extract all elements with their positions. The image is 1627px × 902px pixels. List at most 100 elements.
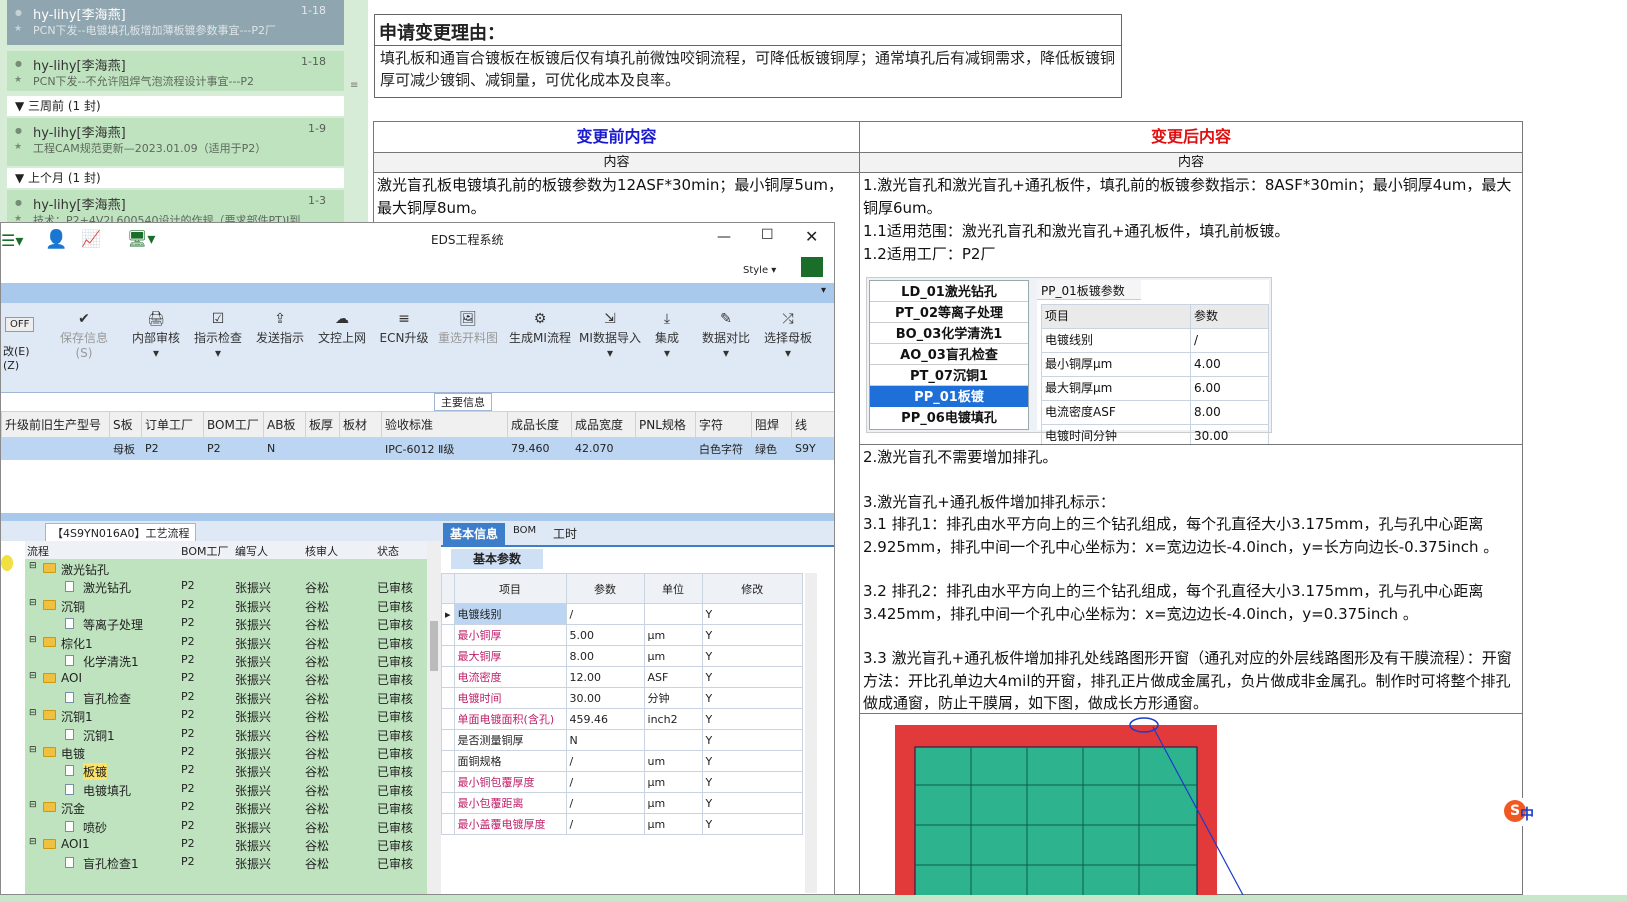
check-instruction-button[interactable]: ☑ 指示检查 ▾	[187, 311, 249, 360]
minimize-button[interactable]: —	[717, 229, 731, 245]
mail-subject: PCN下发--不允许阻焊气泡流程设计事宜---P2	[33, 75, 255, 88]
upload-button[interactable]: ☁ 文控上网	[311, 311, 373, 346]
folder-icon	[43, 599, 56, 610]
flow-row[interactable]: ⊟ 沉铜 P2 张振兴 谷松 已审核	[25, 596, 427, 615]
param-row[interactable]: ▸ 电镀线别 / Y	[441, 603, 804, 625]
table-row[interactable]: 母板 P2 P2 N IPC-6012 Ⅱ级 79.460 42.070 白色字符 绿色 S9Y	[1, 437, 834, 460]
embedded-step-list: LD_01激光钻孔 PT_02等离子处理 BO_03化学清洗1 AO_03盲孔检…	[869, 280, 1029, 430]
chart-icon[interactable]: 📈	[81, 229, 101, 248]
after-content-image	[859, 713, 1523, 900]
flow-row[interactable]: ⊟ 沉金 P2 张振兴 谷松 已审核	[25, 798, 427, 817]
flow-row[interactable]: 板镀 P2 张振兴 谷松 已审核	[25, 761, 427, 781]
after-line: 1.激光盲孔和激光盲孔+通孔板件，填孔前的板镀参数指示：8ASF*30min；最…	[863, 176, 1512, 217]
mail-item[interactable]: ● ★ hy-lihy[李海燕] 1-18 PCN下发--不允许阻焊气泡流程设计…	[7, 51, 344, 91]
save-info-button[interactable]: ✔ 保存信息(S)	[53, 311, 115, 360]
flow-row[interactable]: 喷砂 P2 张振兴 谷松 已审核	[25, 817, 427, 836]
eds-window: ☰▾ 👤 📈 🖥▾ EDS工程系统 — ☐ ✕ Style ▾ ▾ OFF 改(…	[0, 222, 835, 895]
param-row[interactable]: 是否测量铜厚 N Y	[441, 729, 804, 751]
flow-row[interactable]: 等离子处理 P2 张振兴 谷松 已审核	[25, 614, 427, 633]
mail-group-header[interactable]: ▼ 三周前 (1 封)	[7, 96, 344, 116]
folder-icon	[43, 563, 56, 573]
flow-row[interactable]: 盲孔检查1 P2 张振兴 谷松 已审核	[25, 853, 427, 872]
panel-drawing	[895, 717, 1244, 900]
flow-row[interactable]: ⊟ 激光钻孔	[25, 559, 427, 578]
flow-row[interactable]: 化学清洗1 P2 张振兴 谷松 已审核	[25, 651, 427, 670]
flow-row[interactable]: 激光钻孔 P2 张振兴 谷松 已审核	[25, 577, 427, 596]
reselect-layout-button[interactable]: 🖼 重选开料图	[435, 311, 501, 346]
tab-hours[interactable]: 工时	[553, 525, 577, 542]
send-instruction-button[interactable]: ⇪ 发送指示	[249, 311, 311, 346]
star-icon[interactable]: ★	[14, 24, 22, 34]
style-bar: Style ▾	[1, 257, 834, 283]
ribbon-collapse-icon[interactable]: ▾	[821, 285, 826, 296]
param-row[interactable]: 最大铜厚 8.00 μm Y	[441, 645, 804, 667]
unread-dot-icon: ●	[15, 59, 22, 68]
ecn-upgrade-button[interactable]: ≡ ECN升级	[373, 311, 435, 346]
style-dropdown[interactable]: Style ▾	[743, 265, 776, 276]
mail-date: 1-18	[301, 55, 326, 68]
after-header: 变更后内容	[859, 121, 1523, 153]
star-icon[interactable]: ★	[14, 75, 22, 85]
mail-subject: 工程CAM规范更新—2023.01.09（适用于P2）	[33, 142, 267, 155]
before-header: 变更前内容	[373, 121, 860, 153]
embedded-screenshot: LD_01激光钻孔 PT_02等离子处理 BO_03化学清洗1 AO_03盲孔检…	[866, 277, 1272, 449]
maximize-button[interactable]: ☐	[761, 227, 774, 243]
flow-title: 【4S9YN016A0】工艺流程	[45, 523, 197, 543]
tab-bom[interactable]: BOM	[513, 525, 536, 536]
main-info-table: 升级前旧生产型号 S板 订单工厂 BOM工厂 AB板 板厚 板材 验收标准 成品长度 成品宽度 PN…	[1, 411, 834, 460]
scrollbar-grip[interactable]: ≡	[350, 80, 358, 100]
mi-import-button[interactable]: ⇲ MI数据导入 ▾	[577, 311, 643, 360]
mail-item[interactable]: ● ★ hy-lihy[李海燕] 1-9 工程CAM规范更新—2023.01.0…	[7, 118, 344, 166]
mail-group-header[interactable]: ▼ 上个月 (1 封)	[7, 168, 344, 188]
flow-row[interactable]: 电镀填孔 P2 张振兴 谷松 已审核	[25, 780, 427, 799]
select-motherboard-button[interactable]: ⤮ 选择母板 ▾	[757, 311, 819, 360]
param-row[interactable]: 最小盖覆电镀厚度 / μm Y	[441, 813, 804, 835]
left-label: (Z)	[3, 359, 20, 372]
reason-title: 申请变更理由：	[379, 23, 505, 44]
param-row[interactable]: 单面电镀面积(含孔) 459.46 inch2 Y	[441, 708, 804, 730]
folder-icon	[43, 802, 56, 813]
mail-date: 1-18	[301, 4, 326, 17]
internal-review-button[interactable]: 🖨 内部审核 ▾	[125, 311, 187, 360]
flow-row[interactable]: ⊟ 棕化1 P2 张振兴 谷松 已审核	[25, 633, 427, 652]
star-icon[interactable]: ★	[14, 142, 22, 152]
param-row[interactable]: 最小铜厚 5.00 μm Y	[441, 624, 804, 646]
file-icon	[65, 655, 74, 666]
generate-mi-button[interactable]: ⚙ 生成MI流程	[507, 311, 573, 346]
close-button[interactable]: ✕	[805, 227, 818, 246]
reason-box: 申请变更理由： 填孔板和通盲合镀板在板镀后仅有填孔前微蚀咬铜流程，可降低板镀铜厚…	[374, 14, 1122, 98]
param-row[interactable]: 电流密度 12.00 ASF Y	[441, 666, 804, 688]
mail-item[interactable]: ● ★ hy-lihy[李海燕] 1-18 PCN下发--电镀填孔板增加薄板镀参…	[7, 0, 344, 45]
toolbar: OFF 改(E) (Z) ✔ 保存信息(S) 🖨 内部审核 ▾ ☑ 指示检查 ▾ ⇪ 发送指…	[1, 303, 834, 393]
param-row[interactable]: 面铜规格 / um Y	[441, 750, 804, 772]
flow-scrollbar[interactable]	[427, 541, 441, 894]
data-compare-button[interactable]: ✎ 数据对比 ▾	[695, 311, 757, 360]
file-icon	[65, 691, 74, 703]
param-row[interactable]: 最小铜包覆厚度 / μm Y	[441, 771, 804, 793]
mail-subject: PCN下发--电镀填孔板增加薄板镀参数事宜---P2厂	[33, 24, 277, 37]
flow-row[interactable]: ⊟ AOI1 P2 张振兴 谷松 已审核	[25, 835, 427, 854]
flow-row[interactable]: ⊟ AOI P2 张振兴 谷松 已审核	[25, 669, 427, 688]
file-icon	[65, 820, 74, 832]
menu-icon[interactable]: ☰▾	[1, 231, 23, 250]
flow-row[interactable]: 沉铜1 P2 张振兴 谷松 已审核	[25, 725, 427, 744]
window-title: EDS工程系统	[431, 233, 504, 247]
monitor-icon[interactable]: 🖥▾	[127, 229, 155, 248]
file-icon	[65, 618, 74, 630]
tab-basic-params[interactable]: 基本参数	[451, 549, 543, 569]
integrate-button[interactable]: ⤓ 集成 ▾	[645, 311, 689, 360]
flow-row[interactable]: ⊟ 电镀 P2 张振兴 谷松 已审核	[25, 743, 427, 762]
flow-row[interactable]: 盲孔检查 P2 张振兴 谷松 已审核	[25, 688, 427, 707]
folder-icon	[43, 636, 56, 647]
file-icon	[65, 783, 74, 795]
flow-tree: 流程 BOM工厂 编写人 核审人 状态 ⊟ 激光钻孔 激光钻孔 P2 张振兴 谷松 已审核 ⊟…	[25, 541, 427, 894]
param-scrollbar[interactable]	[805, 573, 817, 893]
param-row[interactable]: 电镀时间 30.00 分钟 Y	[441, 687, 804, 709]
user-icon[interactable]: 👤	[45, 229, 67, 250]
off-toggle[interactable]: OFF	[5, 317, 35, 332]
file-icon	[65, 728, 74, 740]
flow-row[interactable]: ⊟ 沉铜1 P2 张振兴 谷松 已审核	[25, 706, 427, 725]
ime-indicator[interactable]: S 中	[1502, 798, 1536, 826]
param-row[interactable]: 最小包覆距离 / μm Y	[441, 792, 804, 814]
tab-basic-info[interactable]: 基本信息	[443, 523, 505, 545]
